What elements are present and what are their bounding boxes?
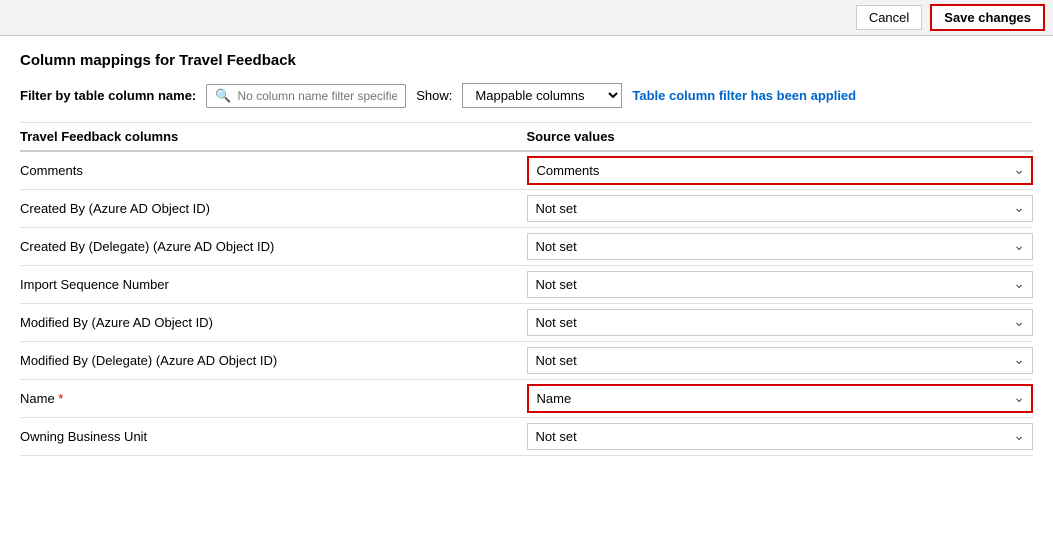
table-header: Travel Feedback columns Source values	[20, 122, 1033, 152]
select-wrapper: Name	[527, 384, 1034, 413]
table-row: Name *Name	[20, 380, 1033, 418]
row-label: Owning Business Unit	[20, 423, 527, 450]
column-name-filter-input[interactable]	[237, 89, 397, 103]
row-value: Not set	[527, 343, 1034, 378]
save-changes-button[interactable]: Save changes	[930, 4, 1045, 31]
table-body: CommentsCommentsCreated By (Azure AD Obj…	[20, 152, 1033, 456]
select-wrapper: Not set	[527, 423, 1034, 450]
column-name-filter-input-wrapper[interactable]: 🔍	[206, 84, 406, 108]
select-wrapper: Not set	[527, 195, 1034, 222]
select-wrapper: Not set	[527, 271, 1034, 298]
row-label: Modified By (Azure AD Object ID)	[20, 309, 527, 336]
source-value-select[interactable]: Not set	[527, 271, 1034, 298]
source-value-select[interactable]: Not set	[527, 423, 1034, 450]
row-label: Import Sequence Number	[20, 271, 527, 298]
source-value-select[interactable]: Not set	[527, 195, 1034, 222]
row-value: Not set	[527, 267, 1034, 302]
filter-applied-message: Table column filter has been applied	[632, 88, 856, 103]
page-title: Column mappings for Travel Feedback	[20, 52, 1033, 69]
table-row: CommentsComments	[20, 152, 1033, 190]
select-wrapper: Comments	[527, 156, 1034, 185]
filter-row: Filter by table column name: 🔍 Show: Map…	[20, 83, 1033, 108]
row-label: Name *	[20, 385, 527, 412]
row-label: Created By (Azure AD Object ID)	[20, 195, 527, 222]
table-row: Created By (Azure AD Object ID)Not set	[20, 190, 1033, 228]
show-label: Show:	[416, 88, 452, 103]
row-value: Comments	[527, 152, 1034, 189]
table-row: Modified By (Delegate) (Azure AD Object …	[20, 342, 1033, 380]
source-value-select[interactable]: Comments	[527, 156, 1034, 185]
source-value-select[interactable]: Name	[527, 384, 1034, 413]
main-content: Column mappings for Travel Feedback Filt…	[0, 36, 1053, 472]
search-icon: 🔍	[215, 88, 231, 104]
show-select[interactable]: Mappable columns All columns	[462, 83, 622, 108]
row-value: Not set	[527, 229, 1034, 264]
row-label: Comments	[20, 157, 527, 184]
top-bar: Cancel Save changes	[0, 0, 1053, 36]
row-label: Created By (Delegate) (Azure AD Object I…	[20, 233, 527, 260]
table-row: Owning Business UnitNot set	[20, 418, 1033, 456]
select-wrapper: Not set	[527, 347, 1034, 374]
cancel-button[interactable]: Cancel	[856, 5, 922, 30]
select-wrapper: Not set	[527, 309, 1034, 336]
source-value-select[interactable]: Not set	[527, 347, 1034, 374]
column-header-right: Source values	[527, 129, 1034, 144]
row-label: Modified By (Delegate) (Azure AD Object …	[20, 347, 527, 374]
row-value: Not set	[527, 419, 1034, 454]
select-wrapper: Not set	[527, 233, 1034, 260]
column-header-left: Travel Feedback columns	[20, 129, 527, 144]
source-value-select[interactable]: Not set	[527, 309, 1034, 336]
required-indicator: *	[55, 391, 64, 406]
source-value-select[interactable]: Not set	[527, 233, 1034, 260]
row-value: Name	[527, 380, 1034, 417]
filter-by-label: Filter by table column name:	[20, 88, 196, 103]
row-value: Not set	[527, 191, 1034, 226]
row-value: Not set	[527, 305, 1034, 340]
table-row: Created By (Delegate) (Azure AD Object I…	[20, 228, 1033, 266]
table-row: Import Sequence NumberNot set	[20, 266, 1033, 304]
table-row: Modified By (Azure AD Object ID)Not set	[20, 304, 1033, 342]
